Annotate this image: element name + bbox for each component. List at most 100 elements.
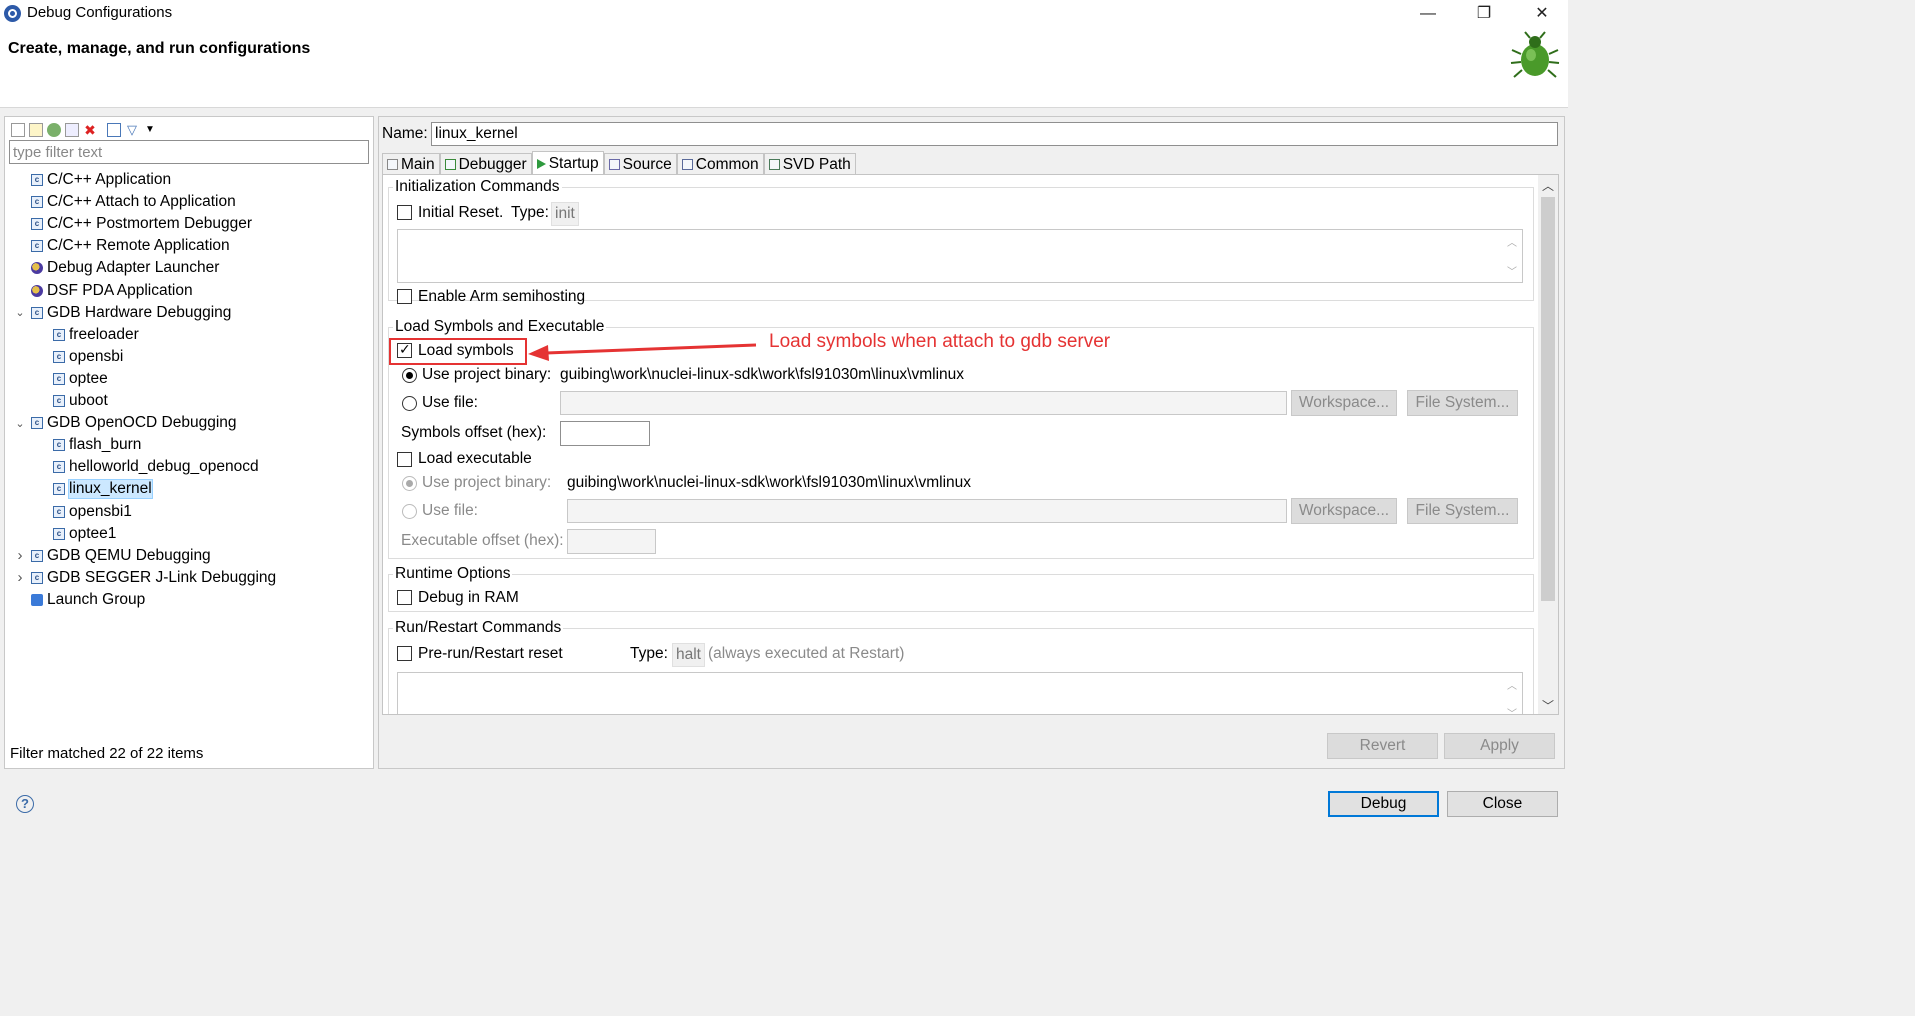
- load-symbols-title: Load Symbols and Executable: [393, 318, 607, 336]
- exec-workspace-button[interactable]: Workspace...: [1291, 498, 1397, 524]
- c-config-icon: c: [53, 328, 65, 341]
- symbols-file-system-button[interactable]: File System...: [1407, 390, 1518, 416]
- chevron-right-icon[interactable]: ›: [13, 569, 27, 586]
- debug-button[interactable]: Debug: [1328, 791, 1439, 817]
- tree-item-label: opensbi: [69, 347, 124, 365]
- dialog-header: Create, manage, and run configurations: [0, 28, 1568, 108]
- duplicate-config-icon[interactable]: [65, 123, 79, 137]
- c-config-icon: c: [31, 218, 43, 231]
- c-config-icon: c: [53, 461, 65, 474]
- tree-item[interactable]: c linux_kernel: [53, 478, 153, 500]
- tree-item[interactable]: › c GDB SEGGER J-Link Debugging: [13, 567, 277, 589]
- tree-item-label: optee: [69, 369, 108, 387]
- name-label: Name:: [382, 125, 428, 142]
- new-config-icon[interactable]: [11, 123, 25, 137]
- minimize-button[interactable]: —: [1408, 2, 1448, 26]
- tab-svd-path[interactable]: SVD Path: [763, 153, 856, 175]
- tree-item[interactable]: c optee: [53, 368, 108, 390]
- tab-debugger[interactable]: Debugger: [439, 153, 532, 175]
- tree-item[interactable]: c C/C++ Attach to Application: [13, 191, 236, 213]
- tab-scrollbar[interactable]: ︿ ﹀: [1538, 175, 1558, 714]
- symbols-offset-input[interactable]: [560, 421, 650, 446]
- chevron-down-icon[interactable]: ⌄: [13, 416, 27, 430]
- revert-button[interactable]: Revert: [1327, 733, 1438, 759]
- symbols-binary-path: guibing\work\nuclei-linux-sdk\work\fsl91…: [560, 366, 965, 383]
- close-button[interactable]: Close: [1447, 791, 1558, 817]
- init-commands-textarea[interactable]: ︿ ﹀: [397, 229, 1523, 283]
- tree-item[interactable]: c helloworld_debug_openocd: [53, 456, 259, 478]
- export-config-icon[interactable]: [47, 123, 61, 137]
- restart-type-label: Type:: [630, 645, 668, 662]
- tab-main[interactable]: Main: [382, 153, 440, 175]
- tree-item-label: GDB OpenOCD Debugging: [47, 414, 237, 432]
- tree-item[interactable]: c optee1: [53, 523, 116, 545]
- tab-startup[interactable]: Startup: [531, 151, 604, 175]
- arm-semihosting-checkbox[interactable]: [397, 289, 412, 304]
- runtime-options-title: Runtime Options: [393, 565, 513, 583]
- tab-common[interactable]: Common: [676, 153, 764, 175]
- symbols-offset-label: Symbols offset (hex):: [401, 424, 547, 441]
- help-icon[interactable]: ?: [16, 795, 34, 813]
- tree-item[interactable]: ⌄ c GDB Hardware Debugging: [13, 302, 231, 324]
- tree-item[interactable]: c opensbi: [53, 346, 123, 368]
- c-config-icon: c: [53, 505, 65, 518]
- tab-label: Main: [401, 155, 435, 173]
- restart-commands-title: Run/Restart Commands: [393, 619, 564, 637]
- tree-item[interactable]: c uboot: [53, 390, 108, 412]
- init-type-value[interactable]: init: [551, 202, 579, 226]
- symbols-use-project-binary-radio[interactable]: [402, 368, 417, 383]
- c-config-icon: c: [31, 571, 43, 584]
- restart-type-value[interactable]: halt: [672, 643, 705, 667]
- exec-offset-input[interactable]: [567, 529, 656, 554]
- chevron-down-icon[interactable]: ⌄: [13, 306, 27, 320]
- delete-config-icon[interactable]: ✖: [83, 123, 97, 137]
- load-executable-checkbox[interactable]: [397, 452, 412, 467]
- tree-item[interactable]: c opensbi1: [53, 501, 132, 523]
- tab-source[interactable]: Source: [603, 153, 677, 175]
- collapse-all-icon[interactable]: [107, 123, 121, 137]
- exec-file-input[interactable]: [567, 499, 1287, 523]
- tree-item[interactable]: c C/C++ Postmortem Debugger: [13, 213, 252, 235]
- tree-item[interactable]: c flash_burn: [53, 434, 141, 456]
- tree-item[interactable]: Debug Adapter Launcher: [13, 257, 219, 279]
- name-input[interactable]: linux_kernel: [431, 122, 1558, 146]
- tree-item[interactable]: c C/C++ Remote Application: [13, 235, 230, 257]
- tree-item[interactable]: › c GDB QEMU Debugging: [13, 545, 211, 567]
- restart-commands-textarea[interactable]: ︿ ﹀: [397, 672, 1523, 714]
- c-config-icon: c: [31, 306, 43, 319]
- symbols-workspace-button[interactable]: Workspace...: [1291, 390, 1397, 416]
- scrollbar-thumb[interactable]: [1541, 197, 1555, 601]
- chevron-right-icon[interactable]: ›: [13, 547, 27, 564]
- new-prototype-icon[interactable]: [29, 123, 43, 137]
- exec-use-project-binary-radio[interactable]: [402, 476, 417, 491]
- debug-in-ram-checkbox[interactable]: [397, 590, 412, 605]
- tree-item[interactable]: Launch Group: [13, 589, 145, 611]
- annotation-text: Load symbols when attach to gdb server: [769, 331, 1111, 352]
- svd-tab-icon: [768, 159, 780, 170]
- tree-item[interactable]: ⌄ c GDB OpenOCD Debugging: [13, 412, 237, 434]
- initial-reset-checkbox[interactable]: [397, 205, 412, 220]
- tree-item-label: uboot: [69, 392, 108, 409]
- restore-button[interactable]: ❐: [1464, 2, 1504, 26]
- init-type-label: Type:: [511, 204, 549, 221]
- exec-use-file-radio[interactable]: [402, 504, 417, 519]
- view-menu-icon[interactable]: ▼: [143, 123, 157, 137]
- tree-item[interactable]: c freeloader: [53, 324, 139, 346]
- symbols-use-file-radio[interactable]: [402, 396, 417, 411]
- tree-item-label: GDB Hardware Debugging: [47, 303, 232, 321]
- c-config-icon: c: [31, 174, 43, 186]
- prerun-reset-checkbox[interactable]: [397, 646, 412, 661]
- filter-icon[interactable]: ▽: [125, 123, 139, 137]
- tree-item[interactable]: c C/C++ Application: [13, 169, 171, 191]
- dialog-heading: Create, manage, and run configurations: [8, 40, 311, 57]
- tree-item-label: Launch Group: [47, 590, 146, 608]
- exec-file-system-button[interactable]: File System...: [1407, 498, 1518, 524]
- symbols-file-input[interactable]: [560, 391, 1287, 415]
- apply-button[interactable]: Apply: [1444, 733, 1555, 759]
- filter-input[interactable]: [9, 140, 369, 164]
- close-window-button[interactable]: ✕: [1522, 2, 1562, 26]
- c-config-icon: c: [53, 439, 65, 452]
- tree-item[interactable]: DSF PDA Application: [13, 280, 193, 302]
